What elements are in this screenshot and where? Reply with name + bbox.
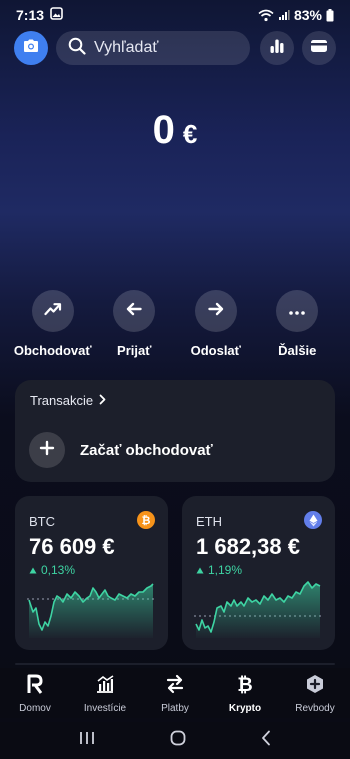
bar-chart-icon (269, 38, 285, 59)
camera-icon (23, 39, 39, 58)
status-time: 7:13 (16, 7, 45, 23)
nav-payments-label: Platby (161, 703, 189, 714)
bottom-nav: Domov Investície Platby ₿ Krypto Revbody (0, 668, 350, 718)
trade-label: Obchodovať (13, 343, 92, 358)
status-bar: 7:13 83% (0, 0, 350, 30)
transactions-card: Transakcie Začať obchodovať (15, 380, 335, 482)
balance-amount: 0 (152, 108, 175, 152)
gallery-notification-icon (50, 7, 63, 23)
next-card-edge (15, 663, 335, 665)
transactions-header[interactable]: Transakcie (30, 393, 106, 408)
analytics-button[interactable] (260, 31, 294, 65)
chart-icon (95, 674, 115, 699)
nav-crypto[interactable]: ₿ Krypto (214, 668, 276, 718)
eth-price-chart (194, 581, 322, 638)
balance-currency: € (182, 119, 198, 149)
more-circle (276, 290, 319, 332)
home-icon[interactable] (170, 730, 186, 751)
send-label: Odoslať (190, 343, 241, 358)
wifi-icon (258, 9, 274, 22)
nav-investments-label: Investície (83, 703, 127, 714)
total-balance[interactable]: 0 € (0, 108, 350, 153)
revpoints-icon (305, 674, 325, 699)
nav-revpoints[interactable]: Revbody (284, 668, 346, 718)
receive-label: Prijať (117, 343, 152, 358)
more-button[interactable]: Ďalšie (257, 290, 339, 358)
trade-button[interactable]: Obchodovať (12, 290, 94, 358)
more-icon (289, 302, 306, 320)
camera-button[interactable] (14, 31, 48, 65)
receive-circle (113, 290, 156, 332)
coin-symbol: ETH (196, 514, 222, 529)
top-bar (14, 31, 336, 65)
search-icon (68, 37, 86, 60)
receive-button[interactable]: Prijať (94, 290, 176, 358)
bitcoin-icon: ₿ (235, 674, 255, 699)
nav-payments[interactable]: Platby (144, 668, 206, 718)
battery-icon (326, 8, 334, 22)
coin-symbol: BTC (29, 514, 55, 529)
system-nav-bar (0, 722, 350, 759)
nav-revpoints-label: Revbody (295, 703, 335, 714)
svg-text:₿: ₿ (142, 515, 151, 526)
bitcoin-icon: ₿ (137, 511, 155, 529)
start-trading-label: Začať obchodovať (80, 441, 213, 459)
start-trading-button[interactable]: Začať obchodovať (29, 432, 213, 468)
transfer-icon (165, 674, 185, 699)
action-buttons: Obchodovať Prijať Odoslať Ďalšie (12, 290, 338, 358)
cards-button[interactable] (302, 31, 336, 65)
ethereum-icon (304, 511, 322, 529)
coin-price: 76 609 € (29, 534, 115, 559)
trend-up-icon (44, 302, 62, 321)
search-bar[interactable] (56, 31, 250, 65)
nav-crypto-label: Krypto (228, 703, 262, 714)
arrow-right-icon (208, 302, 224, 321)
arrow-left-icon (126, 302, 142, 321)
plus-circle (29, 432, 65, 468)
card-icon (310, 39, 328, 58)
search-input[interactable] (94, 39, 238, 57)
btc-price-chart (27, 583, 155, 638)
coin-price: 1 682,38 € (196, 534, 300, 559)
nav-home-label: Domov (19, 703, 51, 714)
trade-circle (31, 290, 74, 332)
svg-text:₿: ₿ (237, 675, 252, 694)
nav-home[interactable]: Domov (4, 668, 66, 718)
eth-card[interactable]: ETH 1 682,38 € 1,19% (182, 496, 335, 650)
send-circle (194, 290, 237, 332)
btc-card[interactable]: BTC ₿ 76 609 € 0,13% (15, 496, 168, 650)
signal-icon (278, 9, 290, 21)
revolut-r-icon (26, 674, 44, 699)
chevron-right-icon (99, 393, 106, 408)
plus-icon (39, 440, 55, 461)
battery-percent: 83% (293, 7, 322, 23)
recent-apps-icon[interactable] (79, 731, 95, 750)
send-button[interactable]: Odoslať (175, 290, 257, 358)
more-label: Ďalšie (278, 343, 317, 358)
nav-investments[interactable]: Investície (74, 668, 136, 718)
back-icon[interactable] (261, 730, 271, 751)
transactions-title: Transakcie (30, 393, 94, 408)
